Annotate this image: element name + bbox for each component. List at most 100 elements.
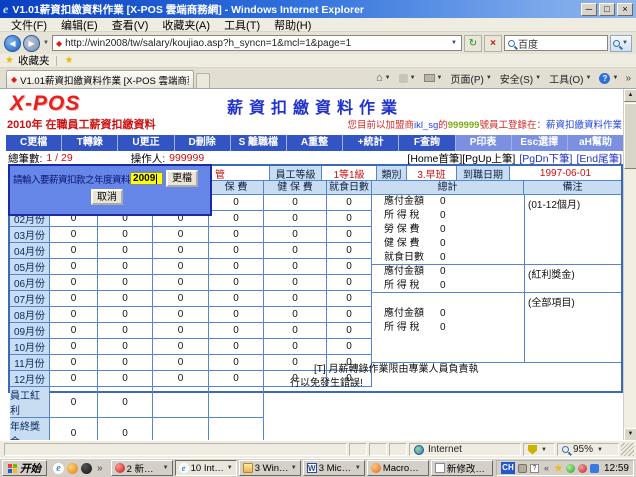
favorites-button[interactable]: 收藏夹 [18, 53, 50, 68]
tray-icon-red[interactable] [578, 464, 587, 473]
more-commands-chevron[interactable]: » [623, 73, 633, 84]
minimize-button[interactable]: ─ [581, 3, 597, 16]
new-tab-stub[interactable] [196, 73, 210, 88]
taskbar-task-mm[interactable]: Macromed... [367, 460, 429, 476]
toolbar-button[interactable]: F查詢 [399, 135, 455, 151]
summary-block: 應付金額0所 得 稅0(紅利獎金) [372, 265, 621, 293]
value-cell: 0 [264, 195, 327, 211]
tray-icon-blue[interactable] [590, 464, 599, 473]
protected-mode-button[interactable]: ▼ [523, 443, 555, 456]
refresh-button[interactable]: ↻ [464, 35, 482, 52]
dialog-cancel-button[interactable]: 取消 [91, 189, 123, 205]
toolbar-button[interactable]: Esc選擇 [512, 135, 568, 151]
help-button[interactable]: ?▼ [596, 72, 621, 85]
command-item[interactable]: 页面(P)▼ [447, 70, 494, 87]
stop-button[interactable]: × [484, 35, 502, 52]
toolbar-button[interactable]: S 離職檔 [231, 135, 287, 151]
menu-item-文件(F)[interactable]: 文件(F) [4, 17, 54, 33]
menu-item-工具(T)[interactable]: 工具(T) [217, 17, 267, 33]
command-item[interactable]: 工具(O)▼ [546, 70, 594, 87]
operator-value: 999999 [169, 152, 204, 164]
title-bar: e V1.01薪資扣繳資料作業 [X-POS 雲端商務網] - Windows … [0, 0, 636, 18]
maximize-button[interactable]: □ [599, 3, 615, 16]
tray-icon-green[interactable] [566, 464, 575, 473]
dialog-update-button[interactable]: 更檔 [166, 170, 198, 187]
vertical-scrollbar[interactable]: ▲ ▼ [623, 89, 636, 441]
home-button[interactable]: ⌂▼ [373, 71, 394, 85]
printer-tray-icon[interactable] [518, 464, 527, 473]
taskbar-task-word[interactable]: W3 Micros...▼ [303, 460, 365, 476]
feeds-button[interactable]: ▼ [396, 73, 419, 84]
taskbar-task-note[interactable]: 新修改页... [431, 460, 493, 476]
history-dropdown-icon[interactable]: ▼ [42, 40, 50, 46]
search-dropdown-icon[interactable]: ▼ [621, 40, 629, 46]
search-go-icon [613, 40, 620, 47]
add-favorite-icon[interactable]: ★ [64, 55, 73, 66]
window-title: V1.01薪資扣繳資料作業 [X-POS 雲端商務網] - Windows In… [12, 2, 579, 17]
desktop: { "icons": { "back": "◀", "forward": "▶"… [0, 0, 636, 477]
menu-bar: 文件(F)编辑(E)查看(V)收藏夹(A)工具(T)帮助(H) [0, 18, 636, 32]
value-cell: 0 [264, 291, 327, 307]
toolbar-button[interactable]: D刪除 [175, 135, 231, 151]
summary-label: 所 得 稅 [384, 279, 440, 292]
value-cell: 0 [153, 355, 209, 371]
toolbar-button[interactable]: A重整 [287, 135, 343, 151]
search-go-button[interactable]: ▼ [610, 35, 632, 52]
search-text: 百度 [518, 36, 538, 51]
summary-line: 應付金額0 [372, 195, 524, 209]
taskbar-task-ie[interactable]: e10 Inte...▼ [175, 460, 237, 476]
value-cell: 0 [50, 275, 98, 291]
summary-block: 應付金額0所 得 稅0(全部項目) [372, 293, 621, 363]
month-label-cell: 09月份 [10, 323, 50, 339]
print-button[interactable]: ▼ [421, 73, 446, 83]
close-button[interactable]: × [617, 3, 633, 16]
scroll-up-button[interactable]: ▲ [624, 89, 636, 102]
scroll-thumb[interactable] [624, 103, 636, 169]
uc-icon [115, 463, 125, 473]
month-label-cell: 10月份 [10, 339, 50, 355]
year-input-field[interactable]: 2009 [130, 172, 163, 185]
address-dropdown-icon[interactable]: ▼ [450, 40, 458, 46]
tray-chevron[interactable]: « [542, 463, 551, 473]
quicklaunch-chevron[interactable]: » [95, 463, 105, 474]
toolbar-button[interactable]: T轉錄 [62, 135, 118, 151]
note-line-1: [T] 月薪轉錄作業限由專業人員負責執 [284, 363, 621, 377]
task-label: 新修改页... [447, 461, 489, 475]
toolbar-button[interactable]: +統計 [343, 135, 399, 151]
tray-icon-star[interactable] [554, 464, 563, 473]
favorites-star-icon: ★ [5, 55, 14, 66]
qq-quicklaunch-icon[interactable] [81, 463, 92, 474]
forward-button[interactable]: ▶ [23, 35, 40, 52]
help-tray-icon[interactable]: ? [530, 464, 539, 473]
value-cell: 0 [264, 339, 327, 355]
favorites-bar: ★ 收藏夹 ★ [0, 54, 636, 68]
menu-item-查看(V)[interactable]: 查看(V) [105, 17, 156, 33]
mm-icon [371, 463, 381, 473]
back-button[interactable]: ◀ [4, 35, 21, 52]
toolbar-button[interactable]: aH幫助 [568, 135, 623, 151]
taskbar-task-folder[interactable]: 3 Window...▼ [239, 460, 301, 476]
value-cell: 0 [327, 323, 372, 339]
start-button[interactable]: 开始 [2, 460, 47, 476]
toolbar-button[interactable]: U更正 [118, 135, 174, 151]
uc-quicklaunch-icon[interactable] [67, 463, 78, 474]
tab-active[interactable]: ◆ V1.01薪資扣繳資料作業 [X-POS 雲端商務網] [6, 70, 194, 88]
month-label-cell: 12月份 [10, 371, 50, 387]
toolbar-button[interactable]: P印表 [456, 135, 512, 151]
value-cell: 0 [264, 259, 327, 275]
menu-item-编辑(E)[interactable]: 编辑(E) [54, 17, 105, 33]
command-item[interactable]: 安全(S)▼ [497, 70, 544, 87]
resize-grip[interactable] [621, 443, 634, 456]
menu-item-收藏夹(A)[interactable]: 收藏夹(A) [155, 17, 217, 33]
ie-quicklaunch-icon[interactable]: e [53, 463, 64, 474]
page-content: X-POS 薪資扣繳資料作業 2010年 在職員工薪資扣繳資料 您目前以加盟商i… [0, 88, 636, 440]
menu-item-帮助(H)[interactable]: 帮助(H) [267, 17, 318, 33]
taskbar-task-uc[interactable]: 2 新浪UC▼ [111, 460, 173, 476]
value-cell: 0 [264, 323, 327, 339]
language-indicator[interactable]: CH [501, 462, 515, 474]
summary-label: 健 保 費 [384, 237, 440, 251]
zoom-button[interactable]: 95% ▼ [557, 443, 619, 456]
toolbar-button[interactable]: C更檔 [6, 135, 62, 151]
search-input[interactable]: 百度 [504, 35, 608, 51]
address-input[interactable]: ◆ http://win2008/tw/salary/koujiao.asp?h… [52, 35, 462, 51]
